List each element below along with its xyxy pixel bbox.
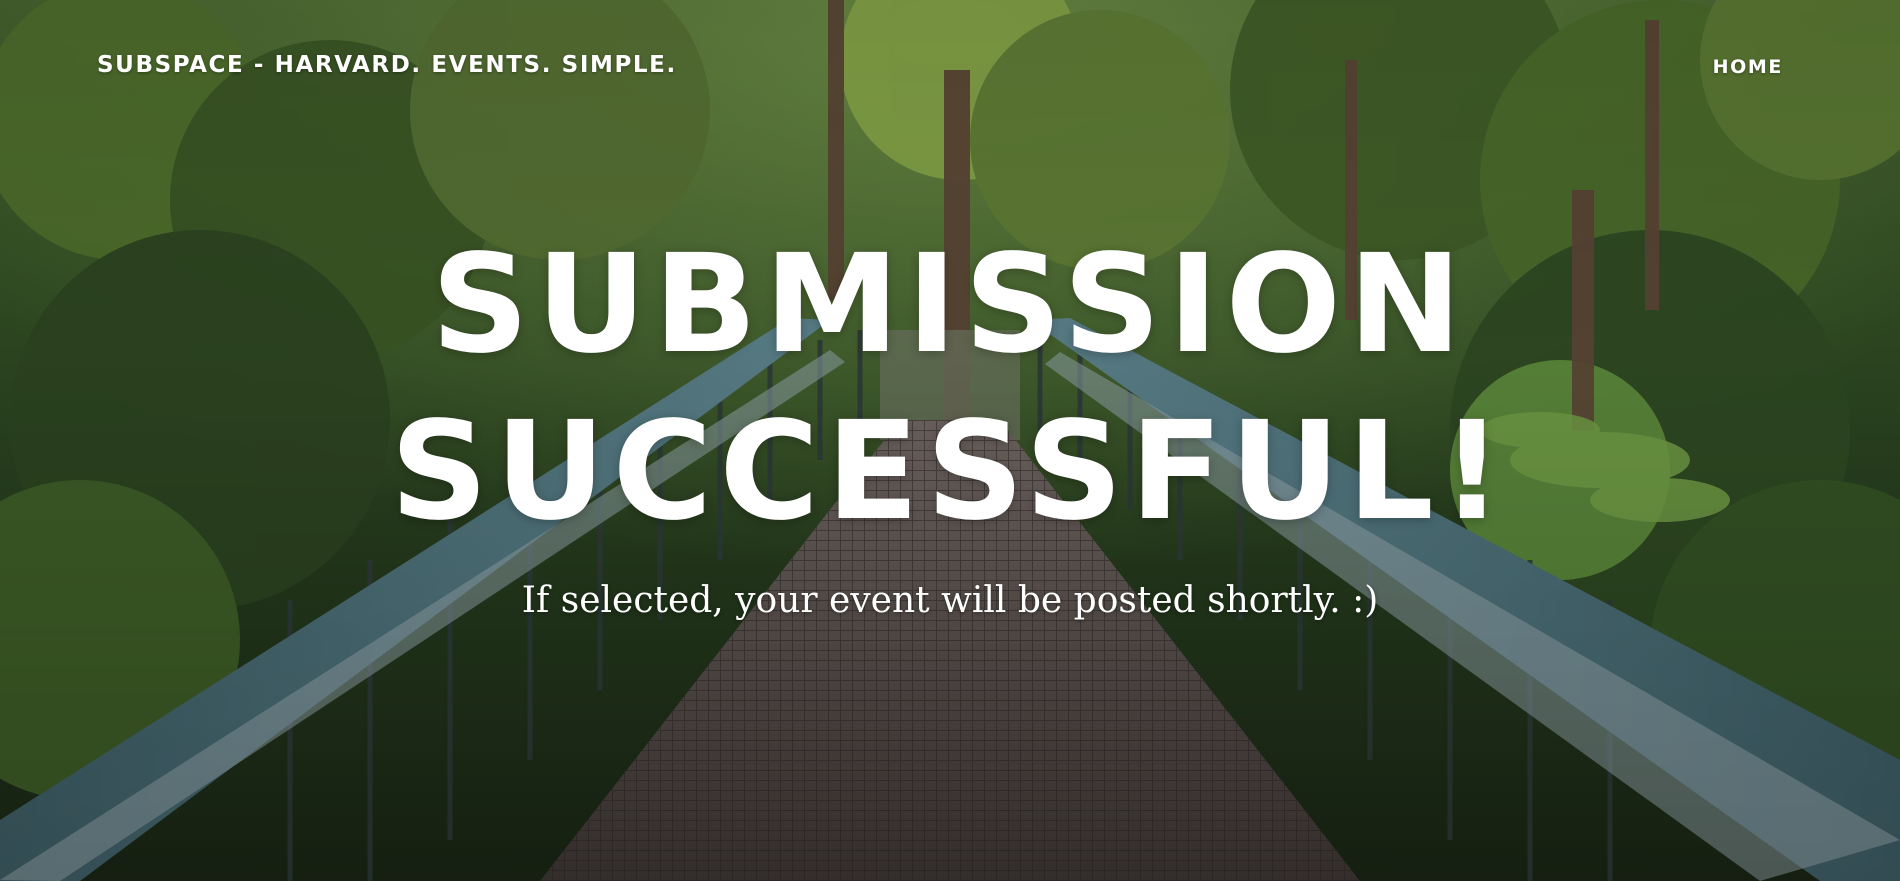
site-header: SUBSPACE - HARVARD. EVENTS. SIMPLE. HOME [0,0,1900,140]
site-title-link[interactable]: SUBSPACE - HARVARD. EVENTS. SIMPLE. [97,52,677,78]
page: SUBSPACE - HARVARD. EVENTS. SIMPLE. HOME… [0,0,1900,881]
hero-subtitle: If selected, your event will be posted s… [521,580,1379,621]
nav-home-link[interactable]: HOME [1713,56,1783,78]
hero-title: SUBMISSION SUCCESSFUL! [390,226,1510,551]
hero-section: SUBMISSION SUCCESSFUL! If selected, your… [0,222,1900,621]
